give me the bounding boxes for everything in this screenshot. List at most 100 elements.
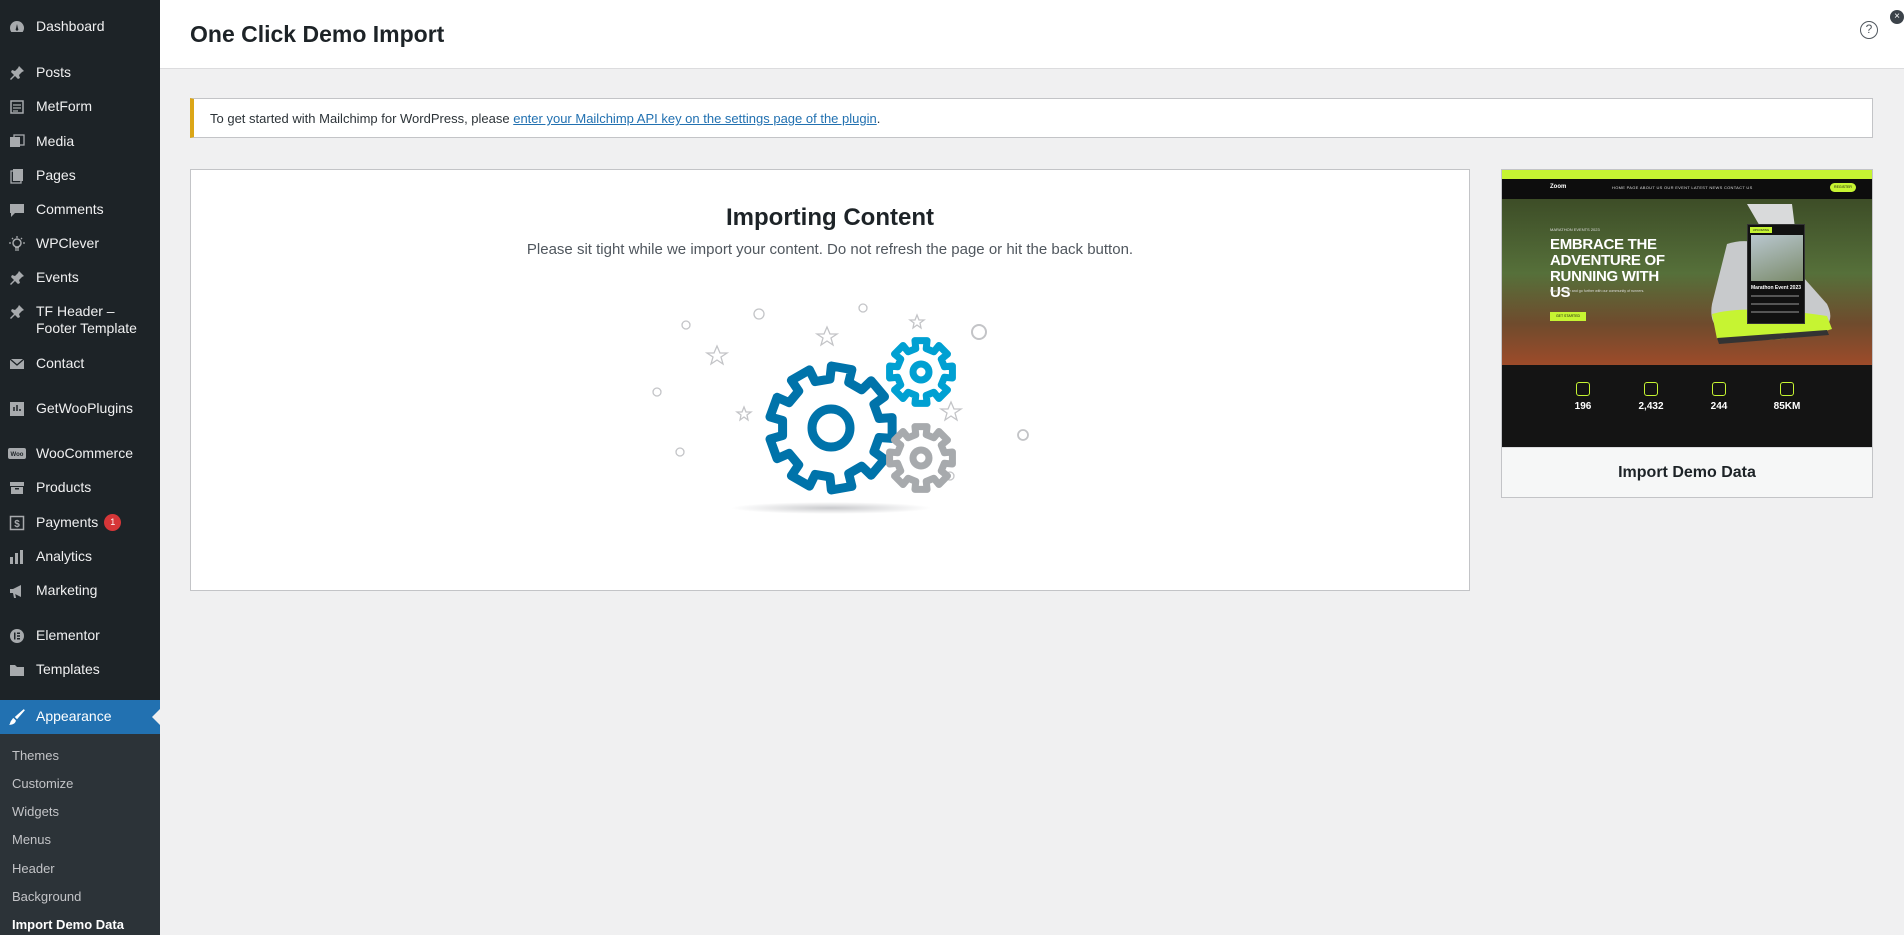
- elementor-icon: [8, 627, 26, 645]
- preview-body: Run stronger and go further with our com…: [1550, 289, 1645, 293]
- stat-icon: [1780, 382, 1794, 396]
- demo-preview-image[interactable]: Zoom HOME PAGE ABOUT US OUR EVENT LATEST…: [1502, 170, 1872, 447]
- woo-icon: Woo: [8, 445, 26, 463]
- sidebar-item-label: WPClever: [36, 235, 100, 251]
- demo-title[interactable]: Import Demo Data: [1502, 464, 1872, 482]
- preview-nav-links: HOME PAGE ABOUT US OUR EVENT LATEST NEWS…: [1612, 185, 1753, 190]
- stat-value: 85KM: [1773, 401, 1801, 412]
- admin-sidebar: Dashboard Posts MetForm Media Pages Comm…: [0, 0, 160, 935]
- preview-logo: Zoom: [1550, 184, 1567, 190]
- preview-card-line: [1751, 311, 1799, 313]
- mailchimp-notice: To get started with Mailchimp for WordPr…: [190, 98, 1873, 138]
- gears-illustration: [652, 303, 1029, 514]
- stat-icon: [1644, 382, 1658, 396]
- page-title: One Click Demo Import: [190, 21, 445, 47]
- submenu-item-widgets[interactable]: Widgets: [12, 804, 59, 820]
- stat-icon: [1712, 382, 1726, 396]
- bulb-icon: [8, 235, 26, 253]
- preview-nav: Zoom HOME PAGE ABOUT US OUR EVENT LATEST…: [1502, 179, 1872, 199]
- sidebar-item-label: TF Header – Footer Template: [36, 303, 137, 336]
- import-progress-panel: Importing Content Please sit tight while…: [190, 169, 1470, 591]
- submenu-item-import-demo-data[interactable]: Import Demo Data: [12, 917, 124, 933]
- dollar-icon: $: [8, 514, 26, 532]
- import-description: Please sit tight while we import your co…: [526, 241, 1134, 258]
- sidebar-item-templates[interactable]: Templates: [0, 661, 160, 681]
- stat-value: 2,432: [1638, 401, 1664, 412]
- notice-settings-link[interactable]: enter your Mailchimp API key on the sett…: [513, 111, 877, 126]
- small-gray-gear-icon: [886, 423, 956, 493]
- sidebar-item-label: Payments: [36, 514, 99, 530]
- small-blue-gear-icon: [886, 337, 956, 407]
- sidebar-item-events[interactable]: Events: [0, 269, 160, 289]
- import-heading: Importing Content: [726, 204, 934, 231]
- stat-value: 196: [1574, 401, 1592, 412]
- sidebar-item-metform[interactable]: MetForm: [0, 98, 160, 118]
- sidebar-item-label: Products: [36, 479, 92, 495]
- sidebar-item-analytics[interactable]: Analytics: [0, 548, 160, 568]
- sidebar-item-label: Events: [36, 269, 79, 285]
- sidebar-item-woocommerce[interactable]: Woo WooCommerce: [0, 445, 160, 465]
- preview-stat: 196: [1553, 382, 1613, 412]
- help-button[interactable]: ?: [1860, 21, 1878, 39]
- submenu-item-background[interactable]: Background: [12, 889, 81, 905]
- preview-event-card: UPCOMING Marathon Event 2023: [1747, 224, 1805, 324]
- stat-value: 244: [1710, 401, 1728, 412]
- sidebar-item-label: Analytics: [36, 548, 93, 564]
- preview-stat: 85KM: [1757, 382, 1817, 412]
- large-gear-icon: [765, 361, 897, 495]
- appearance-submenu: Themes Customize Widgets Menus Header Ba…: [0, 734, 160, 935]
- preview-stat: 244: [1689, 382, 1749, 412]
- preview-card-photo: [1751, 235, 1803, 281]
- sidebar-item-label: Comments: [36, 201, 104, 217]
- sidebar-item-label-wrap: Payments 1: [36, 514, 122, 531]
- submenu-item-themes[interactable]: Themes: [12, 748, 59, 764]
- sidebar-item-label: MetForm: [36, 98, 92, 114]
- sidebar-item-label: Media: [36, 133, 75, 149]
- comment-icon: [8, 201, 26, 219]
- svg-text:Woo: Woo: [11, 452, 24, 458]
- close-button[interactable]: ×: [1890, 10, 1904, 24]
- submenu-item-header[interactable]: Header: [12, 861, 55, 877]
- preview-card-title: Marathon Event 2023: [1751, 285, 1802, 291]
- sidebar-item-label: WooCommerce: [36, 445, 133, 461]
- preview-cta: REGISTER: [1830, 183, 1856, 192]
- stat-icon: [1576, 382, 1590, 396]
- preview-stat: 2,432: [1621, 382, 1681, 412]
- pin-icon: [8, 269, 26, 287]
- preview-card-line: [1751, 303, 1799, 305]
- brush-icon: [8, 708, 26, 726]
- sidebar-item-getwooplugins[interactable]: GetWooPlugins: [0, 400, 160, 420]
- sidebar-item-elementor[interactable]: Elementor: [0, 627, 160, 647]
- dashboard-icon: [8, 18, 26, 36]
- sidebar-item-contact[interactable]: Contact: [0, 355, 160, 375]
- sidebar-item-label: Elementor: [36, 627, 100, 643]
- sidebar-item-media[interactable]: Media: [0, 133, 160, 153]
- plugin-icon: [8, 400, 26, 418]
- sidebar-item-pages[interactable]: Pages: [0, 167, 160, 187]
- sidebar-item-posts[interactable]: Posts: [0, 64, 160, 84]
- pages-icon: [8, 167, 26, 185]
- sidebar-item-payments[interactable]: $ Payments 1: [0, 514, 160, 534]
- pin-icon: [8, 303, 26, 321]
- preview-hero: MARATHON EVENTS 2023 EMBRACE THE ADVENTU…: [1502, 199, 1872, 365]
- sidebar-item-label: Templates: [36, 661, 100, 677]
- archive-icon: [8, 479, 26, 497]
- demo-card[interactable]: Zoom HOME PAGE ABOUT US OUR EVENT LATEST…: [1501, 169, 1873, 498]
- sidebar-item-label: Posts: [36, 64, 72, 80]
- sidebar-item-appearance[interactable]: Appearance: [0, 700, 160, 734]
- sidebar-item-label: GetWooPlugins: [36, 400, 134, 416]
- active-menu-arrow: [152, 709, 160, 725]
- notice-suffix: .: [876, 111, 881, 126]
- sidebar-item-tf-header-footer[interactable]: TF Header – Footer Template: [0, 303, 160, 339]
- sidebar-item-label: Pages: [36, 167, 76, 183]
- sidebar-item-dashboard[interactable]: Dashboard: [0, 18, 160, 38]
- demo-card-footer[interactable]: Import Demo Data: [1502, 447, 1872, 497]
- sidebar-item-marketing[interactable]: Marketing: [0, 582, 160, 602]
- sidebar-item-products[interactable]: Products: [0, 479, 160, 499]
- sidebar-item-comments[interactable]: Comments: [0, 201, 160, 221]
- sidebar-item-wpclever[interactable]: WPClever: [0, 235, 160, 255]
- submenu-item-customize[interactable]: Customize: [12, 776, 73, 792]
- sidebar-item-label: Appearance: [36, 708, 112, 724]
- preview-kicker: MARATHON EVENTS 2023: [1550, 227, 1600, 232]
- submenu-item-menus[interactable]: Menus: [12, 832, 51, 848]
